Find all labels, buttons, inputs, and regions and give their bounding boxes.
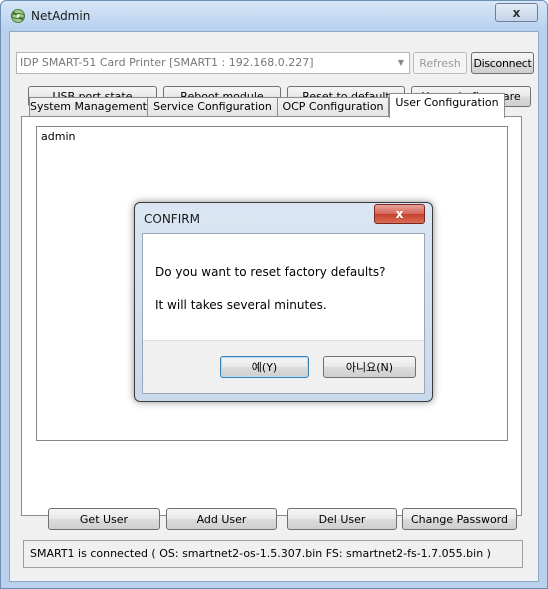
disconnect-button[interactable]: Disconnect [471,52,534,74]
no-button[interactable]: 아니요(N) [323,356,416,378]
yes-button[interactable]: 예(Y) [220,356,309,378]
status-text: SMART1 is connected ( OS: smartnet2-os-1… [30,547,491,560]
dialog-message: Do you want to reset factory defaults? [155,265,386,279]
get-user-button[interactable]: Get User [48,508,160,530]
netadmin-app-icon [10,8,26,24]
refresh-button[interactable]: Refresh [413,52,467,74]
tab-strip: System Management Service Configuration … [21,93,521,118]
tab-user-configuration[interactable]: User Configuration [389,93,505,118]
del-user-button[interactable]: Del User [287,508,397,530]
title-bar[interactable]: NetAdmin x [1,1,547,31]
change-password-button[interactable]: Change Password [402,508,517,530]
close-icon: x [395,207,404,221]
tab-ocp-configuration[interactable]: OCP Configuration [277,97,389,117]
netadmin-window: NetAdmin x IDP SMART-51 Card Printer [SM… [0,0,548,589]
close-icon: x [512,5,521,20]
chevron-down-icon[interactable]: ▼ [393,53,409,73]
tab-service-configuration[interactable]: Service Configuration [147,97,278,117]
dialog-close-button[interactable]: x [374,204,425,224]
window-title: NetAdmin [31,9,91,23]
window-close-button[interactable]: x [495,3,538,22]
dialog-body: Do you want to reset factory defaults? I… [142,233,425,394]
dialog-button-bar: 예(Y) 아니요(N) [143,340,424,393]
add-user-button[interactable]: Add User [166,508,277,530]
confirm-dialog: CONFIRM x Do you want to reset factory d… [134,202,433,402]
device-select-value: IDP SMART-51 Card Printer [SMART1 : 192.… [20,56,314,69]
status-bar: SMART1 is connected ( OS: smartnet2-os-1… [23,540,523,568]
tab-system-management[interactable]: System Management [29,97,148,117]
dialog-submessage: It will takes several minutes. [155,298,327,312]
device-select[interactable]: IDP SMART-51 Card Printer [SMART1 : 192.… [16,52,410,74]
dialog-title: CONFIRM [144,212,200,226]
list-item[interactable]: admin [41,130,75,143]
